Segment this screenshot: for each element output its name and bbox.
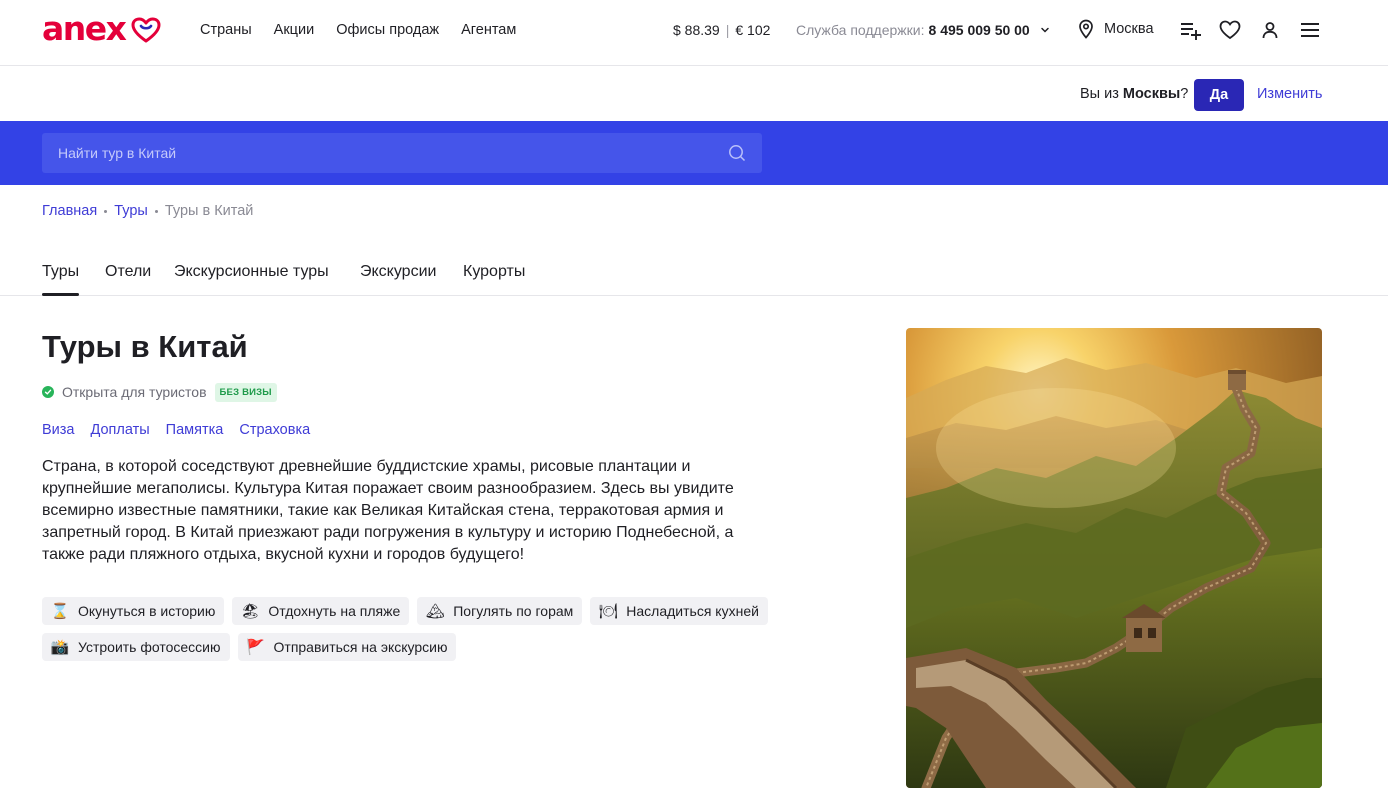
- logo-text: anex: [42, 8, 127, 48]
- nav-sales-offices[interactable]: Офисы продаж: [336, 21, 439, 39]
- search-icon[interactable]: [728, 144, 746, 162]
- city-selector[interactable]: Москва: [1078, 19, 1154, 39]
- flag-icon: 🚩: [246, 639, 265, 656]
- memo-link[interactable]: Памятка: [166, 421, 224, 439]
- country-status: Открыта для туристов БЕЗ ВИЗЫ: [42, 382, 277, 402]
- nav-promos[interactable]: Акции: [274, 21, 315, 39]
- rate-separator: |: [725, 22, 730, 38]
- nav-countries[interactable]: Страны: [200, 21, 252, 39]
- tab-tours[interactable]: Туры: [42, 262, 80, 296]
- city-name: Москва: [1104, 21, 1154, 37]
- location-pin-icon: [1079, 19, 1093, 39]
- header-actions: [1178, 18, 1322, 42]
- chevron-down-icon: [1040, 27, 1049, 33]
- nav-agents[interactable]: Агентам: [461, 21, 516, 39]
- usd-rate: $ 88.39: [673, 22, 720, 38]
- hourglass-icon: ⌛: [50, 603, 70, 620]
- status-text: Открыта для туристов: [62, 384, 207, 400]
- breadcrumb-current: Туры в Китай: [164, 203, 254, 219]
- plate-icon: 🍽: [598, 603, 618, 620]
- support-label: Служба поддержки:: [796, 22, 925, 38]
- chip-mountains[interactable]: 🏔 Погулять по горам: [417, 597, 583, 625]
- search-box: [42, 133, 762, 173]
- heart-icon[interactable]: [1218, 18, 1242, 42]
- country-hero-image: [906, 328, 1322, 788]
- chip-label: Отправиться на экскурсию: [273, 639, 448, 655]
- breadcrumb-separator: [104, 209, 108, 213]
- logo[interactable]: anex: [42, 8, 161, 48]
- mountain-icon: 🏔: [425, 603, 445, 620]
- eur-rate: € 102: [735, 22, 771, 38]
- chip-label: Отдохнуть на пляже: [268, 603, 401, 619]
- chip-label: Погулять по горам: [453, 603, 574, 619]
- search-band: [0, 121, 1388, 185]
- chip-label: Насладиться кухней: [626, 603, 759, 619]
- visa-link[interactable]: Виза: [42, 421, 74, 439]
- city-question-prefix: Вы из: [1080, 86, 1123, 102]
- currency-rates: $ 88.39 | € 102: [673, 21, 770, 39]
- city-confirm-bar: Вы из Москвы? Да Изменить: [0, 67, 1388, 121]
- menu-icon[interactable]: [1298, 18, 1322, 42]
- support-dropdown[interactable]: Служба поддержки: 8 495 009 50 00: [796, 21, 1050, 39]
- chip-beach[interactable]: 🏖 Отдохнуть на пляже: [232, 597, 410, 625]
- breadcrumb-separator: [154, 209, 158, 213]
- surcharges-link[interactable]: Доплаты: [90, 421, 149, 439]
- heart-logo-icon: [131, 17, 161, 43]
- chip-history[interactable]: ⌛ Окунуться в историю: [42, 597, 225, 625]
- great-wall-illustration: [906, 328, 1322, 788]
- breadcrumb-home[interactable]: Главная: [42, 202, 97, 220]
- beach-umbrella-icon: 🏖: [240, 603, 260, 620]
- chip-excursion[interactable]: 🚩 Отправиться на экскурсию: [237, 633, 457, 661]
- country-description: Страна, в которой соседствуют древнейшие…: [42, 458, 734, 563]
- breadcrumb: Главная Туры Туры в Китай: [42, 202, 253, 220]
- city-question-city: Москвы: [1122, 86, 1181, 102]
- page-title: Туры в Китай: [42, 329, 248, 364]
- insurance-link[interactable]: Страховка: [239, 421, 310, 439]
- search-input[interactable]: [42, 133, 722, 173]
- city-confirm-question: Вы из Москвы?: [1080, 85, 1188, 103]
- user-icon[interactable]: [1258, 18, 1282, 42]
- camera-icon: 📸: [50, 639, 70, 656]
- change-city-link[interactable]: Изменить: [1257, 85, 1322, 103]
- site-header: anex Страны Акции Офисы продаж Агентам $…: [0, 0, 1388, 66]
- main-nav: Страны Акции Офисы продаж Агентам: [200, 21, 538, 39]
- info-links: Виза Доплаты Памятка Страховка: [42, 421, 310, 439]
- chip-cuisine[interactable]: 🍽 Насладиться кухней: [590, 597, 768, 625]
- tab-resorts[interactable]: Курорты: [463, 262, 525, 282]
- check-circle-icon: [42, 386, 54, 398]
- confirm-city-button[interactable]: Да: [1194, 79, 1244, 111]
- playlist-add-icon[interactable]: [1178, 18, 1202, 42]
- city-question-suffix: ?: [1180, 86, 1189, 102]
- chip-label: Устроить фотосессию: [78, 639, 221, 655]
- chip-label: Окунуться в историю: [78, 603, 216, 619]
- chip-photoshoot[interactable]: 📸 Устроить фотосессию: [42, 633, 230, 661]
- support-phone: 8 495 009 50 00: [928, 22, 1030, 38]
- section-tabs: Туры Отели Экскурсионные туры Экскурсии …: [0, 248, 1388, 296]
- breadcrumb-tours[interactable]: Туры: [114, 202, 148, 220]
- tab-excursion-tours[interactable]: Экскурсионные туры: [174, 262, 329, 282]
- tab-excursions[interactable]: Экскурсии: [360, 262, 436, 282]
- interest-chips: ⌛ Окунуться в историю 🏖 Отдохнуть на пляже…: [42, 597, 802, 661]
- visa-free-badge: БЕЗ ВИЗЫ: [214, 382, 277, 402]
- tab-hotels[interactable]: Отели: [105, 262, 151, 282]
